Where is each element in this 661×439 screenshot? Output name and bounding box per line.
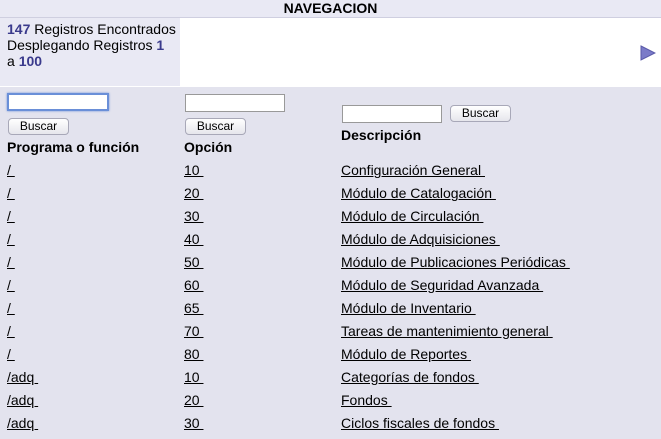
range-separator: a bbox=[7, 53, 19, 69]
pagination-area bbox=[181, 18, 661, 86]
records-info: 147 Registros Encontrados Desplegando Re… bbox=[7, 21, 177, 69]
opcion-link[interactable]: 30 bbox=[184, 415, 203, 431]
programa-link[interactable]: /adq bbox=[7, 415, 38, 431]
programa-link[interactable]: / bbox=[7, 185, 15, 201]
opcion-link[interactable]: 65 bbox=[184, 300, 203, 316]
descripcion-link[interactable]: Configuración General bbox=[341, 162, 485, 178]
programa-link[interactable]: / bbox=[7, 277, 15, 293]
records-info-panel: 147 Registros Encontrados Desplegando Re… bbox=[0, 18, 180, 86]
opcion-search-button[interactable]: Buscar bbox=[185, 118, 246, 135]
programa-link[interactable]: / bbox=[7, 300, 15, 316]
record-to: 100 bbox=[18, 53, 43, 69]
opcion-link[interactable]: 10 bbox=[184, 369, 203, 385]
programa-link[interactable]: / bbox=[7, 208, 15, 224]
descripcion-link[interactable]: Categorías de fondos bbox=[341, 369, 479, 385]
descripcion-link[interactable]: Módulo de Adquisiciones bbox=[341, 231, 500, 247]
column-header-opcion[interactable]: Opción bbox=[184, 139, 232, 155]
opcion-link[interactable]: 10 bbox=[184, 162, 203, 178]
programa-link[interactable]: / bbox=[7, 323, 15, 339]
programa-link[interactable]: / bbox=[7, 162, 15, 178]
programa-link[interactable]: / bbox=[7, 254, 15, 270]
descripcion-link[interactable]: Módulo de Reportes bbox=[341, 346, 471, 362]
opcion-link[interactable]: 80 bbox=[184, 346, 203, 362]
descripcion-search-button[interactable]: Buscar bbox=[450, 105, 511, 122]
descripcion-link[interactable]: Tareas de mantenimiento general bbox=[341, 323, 553, 339]
next-arrow-icon[interactable] bbox=[640, 45, 657, 61]
descripcion-search-input[interactable] bbox=[342, 105, 442, 123]
column-header-programa[interactable]: Programa o función bbox=[7, 139, 139, 155]
programa-link[interactable]: / bbox=[7, 346, 15, 362]
column-header-descripcion[interactable]: Descripción bbox=[341, 127, 421, 143]
opcion-link[interactable]: 40 bbox=[184, 231, 203, 247]
display-label: Desplegando Registros bbox=[7, 37, 157, 53]
navigation-title: NAVEGACION bbox=[0, 0, 661, 18]
programa-link[interactable]: / bbox=[7, 231, 15, 247]
opcion-link[interactable]: 20 bbox=[184, 185, 203, 201]
programa-search-input[interactable] bbox=[7, 93, 109, 111]
descripcion-link[interactable]: Módulo de Seguridad Avanzada bbox=[341, 277, 543, 293]
found-label: Registros Encontrados bbox=[30, 21, 176, 37]
opcion-link[interactable]: 50 bbox=[184, 254, 203, 270]
descripcion-link[interactable]: Módulo de Circulación bbox=[341, 208, 483, 224]
opcion-search-input[interactable] bbox=[185, 94, 285, 112]
opcion-link[interactable]: 60 bbox=[184, 277, 203, 293]
descripcion-link[interactable]: Módulo de Inventario bbox=[341, 300, 476, 316]
descripcion-link[interactable]: Módulo de Publicaciones Periódicas bbox=[341, 254, 570, 270]
programa-link[interactable]: /adq bbox=[7, 369, 38, 385]
programa-link[interactable]: /adq bbox=[7, 392, 38, 408]
descripcion-link[interactable]: Módulo de Catalogación bbox=[341, 185, 496, 201]
record-count: 147 bbox=[7, 21, 31, 37]
opcion-link[interactable]: 30 bbox=[184, 208, 203, 224]
opcion-link[interactable]: 20 bbox=[184, 392, 203, 408]
descripcion-link[interactable]: Fondos bbox=[341, 392, 392, 408]
programa-search-button[interactable]: Buscar bbox=[8, 118, 69, 135]
opcion-link[interactable]: 70 bbox=[184, 323, 203, 339]
descripcion-link[interactable]: Ciclos fiscales de fondos bbox=[341, 415, 499, 431]
record-from: 1 bbox=[156, 37, 165, 53]
